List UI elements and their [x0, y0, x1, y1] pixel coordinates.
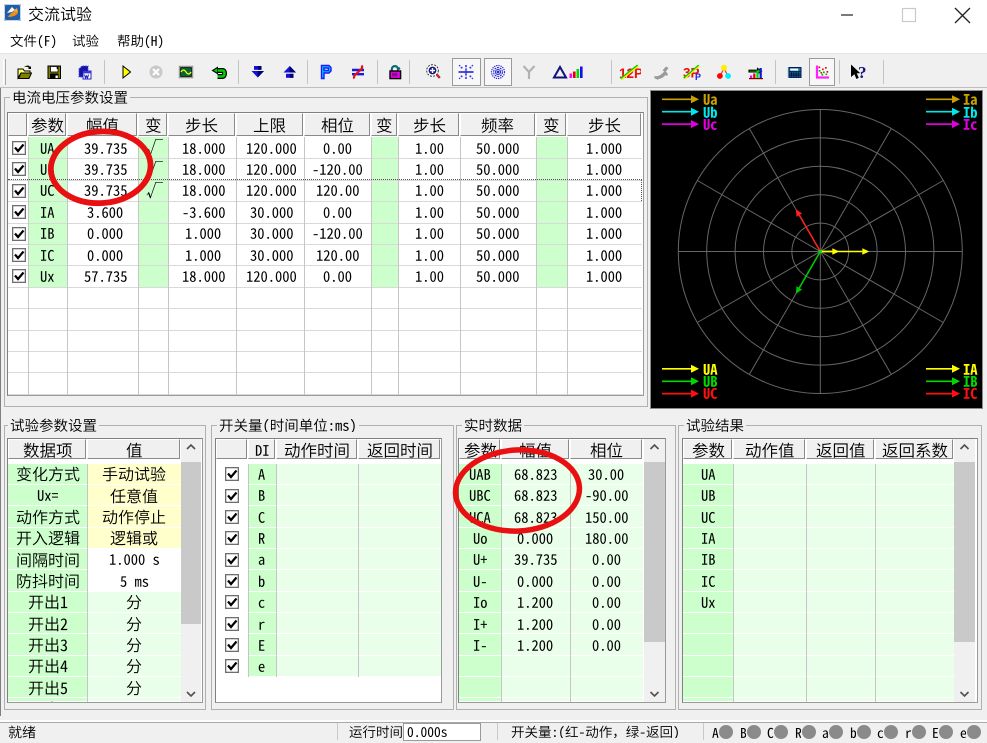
svg-text:?: ?	[858, 64, 867, 80]
svg-text:P: P	[695, 72, 701, 80]
